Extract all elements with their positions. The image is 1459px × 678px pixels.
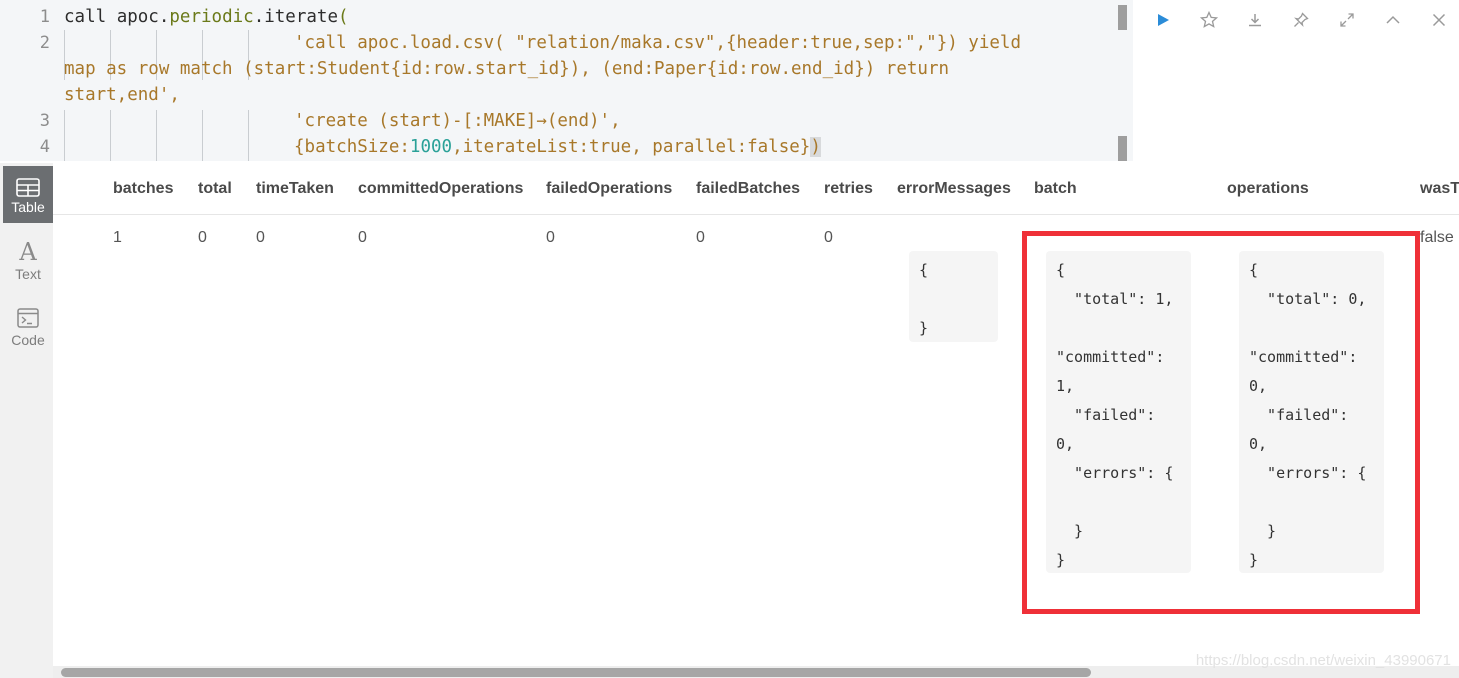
map-key: parallel: [652, 137, 748, 157]
map-key: batchSize: [304, 137, 410, 157]
indent-guide [202, 110, 203, 161]
favorite-button[interactable] [1194, 5, 1224, 35]
code-line-4: {batchSize:1000,iterateList:true, parall… [294, 137, 821, 157]
horizontal-scrollbar-thumb[interactable] [61, 668, 1091, 677]
header-divider [53, 214, 1459, 215]
number-literal: 1000 [409, 137, 453, 157]
download-button[interactable] [1240, 5, 1270, 35]
cell-time-taken: 0 [256, 229, 265, 246]
boolean-literal: false [747, 137, 800, 157]
boolean-literal: true [589, 137, 632, 157]
indent-guide [110, 110, 111, 161]
paren: ( [338, 7, 349, 27]
column-header: failedBatches [696, 180, 801, 197]
cell-retries: 0 [824, 229, 833, 246]
indent-guide [156, 110, 157, 161]
collapse-button[interactable] [1378, 5, 1408, 35]
line-number: 1 [39, 7, 50, 27]
editor-scrollbar-bottom[interactable] [1118, 136, 1127, 161]
punctuation: . [158, 7, 170, 27]
text-icon: A [19, 238, 37, 266]
view-label: Table [11, 199, 45, 215]
code-line-2a: 'call apoc.load.csv( "relation/maka.csv"… [294, 33, 1021, 53]
column-header: total [198, 180, 232, 197]
code-icon [17, 308, 39, 328]
column-header: wasT [1420, 180, 1459, 197]
view-code-button[interactable]: Code [3, 308, 53, 358]
fullscreen-button[interactable] [1332, 5, 1362, 35]
function-name: periodic [169, 7, 254, 27]
view-label: Text [15, 266, 41, 282]
view-table-button[interactable]: Table [3, 166, 53, 223]
paren: ) [810, 137, 821, 157]
column-header: operations [1227, 180, 1309, 197]
code-line-2c: start,end', [64, 85, 180, 105]
query-editor[interactable]: 1 2 3 4 call apoc.periodic.iterate( 'cal… [0, 0, 1133, 161]
view-text-button[interactable]: A Text [3, 240, 53, 290]
line-number: 4 [39, 137, 50, 157]
code-line-1: call apoc.periodic.iterate( [64, 7, 349, 27]
function-name: iterate [264, 7, 338, 27]
indent-guide [248, 110, 249, 161]
editor-scrollbar-top[interactable] [1118, 5, 1127, 30]
result-table: batches total timeTaken committedOperati… [53, 163, 1459, 678]
punctuation: . [253, 7, 265, 27]
punctuation: , [631, 137, 653, 157]
close-button[interactable] [1424, 5, 1454, 35]
indent-guide [64, 110, 65, 161]
identifier: apoc [116, 7, 159, 27]
view-label: Code [11, 332, 45, 348]
brace: { [294, 137, 305, 157]
star-icon [1200, 11, 1218, 28]
keyword: call [64, 7, 117, 27]
run-icon [1158, 14, 1169, 26]
expand-icon [1340, 13, 1354, 27]
punctuation: , [452, 137, 463, 157]
code-line-3: 'create (start)-[:MAKE]→(end)', [294, 111, 621, 131]
column-header: errorMessages [897, 180, 1011, 197]
brace: } [799, 137, 811, 157]
column-header: batches [113, 180, 174, 197]
column-header: committedOperations [358, 180, 524, 197]
download-icon [1249, 14, 1261, 27]
column-header: timeTaken [256, 180, 334, 197]
collapse-icon [1386, 15, 1400, 24]
code-line-2b: map as row match (start:Student{id:row.s… [64, 59, 950, 79]
pin-icon [1294, 12, 1309, 27]
cell-failed-operations: 0 [546, 229, 555, 246]
cell-committed-operations: 0 [358, 229, 367, 246]
annotation-highlight-box [1022, 231, 1420, 614]
cell-was-terminated: false [1420, 229, 1454, 246]
table-icon [16, 178, 40, 197]
pin-button[interactable] [1286, 5, 1316, 35]
map-key: iterateList: [462, 137, 590, 157]
column-header: batch [1034, 180, 1077, 197]
cell-error-messages: { } [909, 251, 998, 342]
column-header: failedOperations [546, 180, 673, 197]
view-switcher: Table A Text Code [0, 163, 53, 678]
cell-failed-batches: 0 [696, 229, 705, 246]
watermark: https://blog.csdn.net/weixin_43990671 [1195, 652, 1451, 669]
cell-batches: 1 [113, 229, 122, 246]
column-header: retries [824, 180, 873, 197]
cell-total: 0 [198, 229, 207, 246]
line-number: 2 [39, 33, 50, 53]
line-number: 3 [39, 111, 50, 131]
run-button[interactable] [1148, 5, 1178, 35]
close-icon [1432, 13, 1446, 27]
